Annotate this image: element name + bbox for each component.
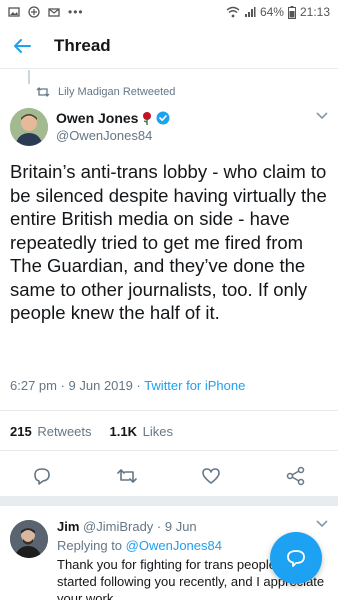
tweet-actions: [0, 462, 338, 490]
rose-icon: [143, 112, 152, 125]
author-name[interactable]: Owen Jones: [56, 110, 170, 126]
tweet-stats: 215 Retweets 1.1K Likes: [10, 424, 173, 439]
tweet-time: 6:27 pm · 9 Jun 2019 ·: [10, 378, 145, 393]
retweets-stat[interactable]: 215 Retweets: [10, 424, 92, 439]
arrow-left-icon: [14, 39, 31, 53]
verified-icon: [156, 111, 170, 125]
wifi-icon: [226, 6, 240, 18]
reply-date: · 9 Jun: [156, 519, 197, 534]
retweet-small-icon: [36, 87, 50, 97]
like-button[interactable]: [197, 462, 225, 490]
clock: 21:13: [299, 5, 330, 19]
page-title: Thread: [54, 36, 111, 55]
reply-avatar-image: [10, 520, 48, 558]
compose-reply-button[interactable]: [270, 532, 322, 584]
status-bar: ••• 64% 21:13: [0, 0, 338, 24]
chat-bubble-icon: [287, 550, 305, 567]
thread-line: [28, 70, 30, 84]
battery-icon: [287, 5, 296, 19]
battery-percent: 64%: [259, 5, 284, 19]
chevron-down-icon[interactable]: [316, 520, 328, 528]
back-button[interactable]: [0, 24, 44, 68]
reply-button[interactable]: [28, 462, 56, 490]
retweeted-by[interactable]: Lily Madigan Retweeted: [36, 86, 175, 98]
app-bar: Thread: [0, 24, 338, 69]
divider: [0, 410, 338, 411]
mail-icon: [48, 8, 60, 17]
divider: [0, 450, 338, 451]
signal-icon: [244, 7, 256, 17]
retweet-button[interactable]: [113, 462, 141, 490]
vpn-icon: [28, 6, 40, 18]
more-icon: •••: [68, 5, 84, 19]
heart-icon: [202, 468, 221, 484]
retweeted-label: Lily Madigan Retweeted: [58, 86, 176, 98]
section-gap: [0, 496, 338, 506]
share-icon: [286, 466, 304, 486]
replying-to: Replying to @OwenJones84: [57, 538, 222, 553]
avatar[interactable]: [10, 108, 48, 146]
chevron-down-icon[interactable]: [316, 112, 328, 120]
replying-to-handle[interactable]: @OwenJones84: [126, 538, 222, 553]
avatar-image: [10, 108, 48, 146]
likes-stat[interactable]: 1.1K Likes: [110, 424, 173, 439]
tweet-text: Britain’s anti-trans lobby - who claim t…: [10, 161, 327, 323]
reply-author-handle[interactable]: @JimiBrady: [83, 519, 153, 534]
tweet-source[interactable]: Twitter for iPhone: [144, 378, 245, 393]
reply-icon: [34, 468, 51, 485]
tweet-meta: 6:27 pm · 9 Jun 2019 · Twitter for iPhon…: [10, 378, 245, 393]
gallery-icon: [8, 7, 20, 17]
author-handle[interactable]: @OwenJones84: [56, 128, 152, 143]
reply-avatar[interactable]: [10, 520, 48, 558]
reply-header: Jim @JimiBrady · 9 Jun: [57, 519, 197, 534]
tweet-author: Owen Jones @OwenJones84: [10, 106, 338, 150]
retweet-icon: [116, 469, 137, 483]
share-button[interactable]: [282, 462, 310, 490]
reply-author-name[interactable]: Jim: [57, 519, 79, 534]
